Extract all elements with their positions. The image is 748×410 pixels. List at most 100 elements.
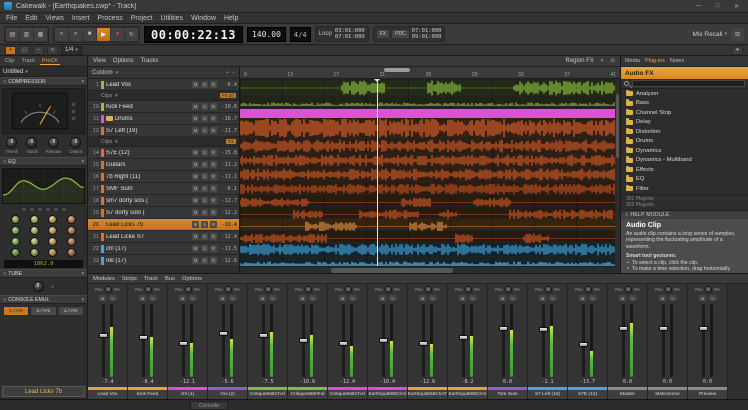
menu-item[interactable]: Insert <box>72 15 90 22</box>
strip-name[interactable]: S7 Left (19) <box>528 390 567 399</box>
track-name[interactable]: Drums <box>115 116 190 122</box>
record-arm-button[interactable]: R <box>210 221 217 228</box>
solo-button[interactable]: S <box>109 295 117 301</box>
mute-button[interactable]: M <box>219 295 227 301</box>
plugin-category-item[interactable]: Filter <box>621 184 748 194</box>
solo-button[interactable]: S <box>709 295 717 301</box>
mixer-strip[interactable]: Pan 0% M S <box>488 284 528 399</box>
fader-handle[interactable] <box>259 333 268 338</box>
record-arm-button[interactable]: R <box>210 127 217 134</box>
solo-button[interactable]: S <box>509 295 517 301</box>
track-row[interactable]: 16 7b Right (11) M S R -11.1 <box>88 171 239 183</box>
inspector-tab[interactable]: ProCh <box>40 58 60 65</box>
track-name[interactable]: nkl (17) <box>106 258 190 264</box>
mixer-strip[interactable]: Pan 0% M S <box>688 284 728 399</box>
mixer-strip[interactable]: Pan 0% M S <box>648 284 688 399</box>
volume-fader[interactable] <box>622 304 625 377</box>
volume-fader[interactable] <box>262 304 265 377</box>
solo-button[interactable]: S <box>669 295 677 301</box>
audio-clip[interactable] <box>240 231 620 242</box>
track-row[interactable]: 20 Lead Licks 7b M S R -10.4 <box>88 219 239 231</box>
maximize-button[interactable]: □ <box>710 3 725 9</box>
mute-button[interactable]: M <box>192 103 199 110</box>
record-arm-button[interactable]: R <box>210 245 217 252</box>
mix-recall-control[interactable]: Mix Recall ▾ <box>693 31 728 38</box>
console-emulator-header[interactable]: ≡ CONSOLE EMUL ▾ <box>0 295 87 304</box>
solo-button[interactable]: S <box>469 295 477 301</box>
track-row[interactable]: 11 Drums M S R -18.7 <box>88 113 239 125</box>
track-control-preset[interactable]: Custom <box>92 70 113 76</box>
stop-button[interactable]: ■ <box>83 28 96 41</box>
volume-fader[interactable] <box>302 304 305 377</box>
take-lane-row[interactable]: Clips ▾ FX (2) <box>88 91 239 101</box>
solo-button[interactable]: S <box>309 295 317 301</box>
mute-button[interactable]: M <box>192 257 199 264</box>
record-arm-button[interactable]: R <box>210 115 217 122</box>
mute-button[interactable]: M <box>459 295 467 301</box>
mute-button[interactable]: M <box>192 81 199 88</box>
audio-clip[interactable] <box>240 154 620 167</box>
browser-tab[interactable]: Media <box>625 58 640 64</box>
fader-handle[interactable] <box>659 326 668 331</box>
workspace-grid-icon[interactable]: ⊞ <box>731 28 744 41</box>
browser-section-bar[interactable]: Audio FX ▾ <box>621 67 748 79</box>
track-name[interactable]: 7b Right (11) <box>106 174 190 180</box>
pan-knob[interactable] <box>265 286 272 293</box>
strip-name[interactable]: Earthqud555ChAT <box>408 390 447 399</box>
pan-knob[interactable] <box>625 286 632 293</box>
solo-button[interactable]: S <box>201 245 208 252</box>
volume-fader[interactable] <box>502 304 505 377</box>
track-row[interactable]: 12 S7 Left (19) M S R -11.7 <box>88 125 239 137</box>
inspector-tab[interactable]: Track <box>19 58 37 64</box>
volume-fader[interactable] <box>422 304 425 377</box>
console-menu[interactable]: Options <box>182 276 202 282</box>
now-time-display[interactable]: 00:00:22:13 <box>144 26 243 43</box>
record-arm-button[interactable]: R <box>210 257 217 264</box>
volume-fader[interactable] <box>542 304 545 377</box>
solo-button[interactable]: S <box>189 295 197 301</box>
mute-button[interactable]: M <box>379 295 387 301</box>
eq-band-knob[interactable] <box>11 226 20 235</box>
track-row[interactable]: 17 SMF Sum M S R -6.1 <box>88 183 239 195</box>
mute-button[interactable]: M <box>192 149 199 156</box>
inspector-name-row[interactable]: Untitled ▾ <box>0 67 87 77</box>
solo-button[interactable]: S <box>229 295 237 301</box>
pan-knob[interactable] <box>425 286 432 293</box>
fader-handle[interactable] <box>219 331 228 336</box>
browser-tab[interactable]: Notes <box>670 58 684 64</box>
mixer-strip[interactable]: Pan 0% M S <box>608 284 648 399</box>
audio-clip[interactable] <box>240 97 620 105</box>
eq-header[interactable]: ≡ EQ ▾ <box>0 157 87 166</box>
console-type-button[interactable]: A-TYPE <box>58 306 84 316</box>
track-row[interactable]: 23 nkl (17) M S R -12.6 <box>88 255 239 267</box>
track-view-menu[interactable]: Options <box>113 58 134 64</box>
fx-bypass-button[interactable]: FX <box>377 30 389 38</box>
mixer-strip[interactable]: Pan 0% M S <box>168 284 208 399</box>
console-dock-tab[interactable]: Console <box>190 401 228 410</box>
volume-fader[interactable] <box>462 304 465 377</box>
pdc-button[interactable]: PDC <box>392 30 409 38</box>
collapse-icon[interactable]: − <box>232 70 235 76</box>
save-icon[interactable]: ▤ <box>6 28 19 41</box>
record-arm-button[interactable]: R <box>210 161 217 168</box>
horizontal-scrollbar[interactable] <box>240 266 620 273</box>
track-row[interactable]: 15 Guitars M S R -11.2 <box>88 159 239 171</box>
compressor-knob[interactable] <box>48 137 59 148</box>
solo-button[interactable]: S <box>201 103 208 110</box>
track-row[interactable]: 19 S7 dorty solo ( M S R -12.2 <box>88 207 239 219</box>
track-name[interactable]: SMF Sum <box>106 186 190 192</box>
timeline-ruler[interactable]: 91317212529333741 <box>240 67 620 79</box>
region-fx-menu[interactable]: Region FX <box>566 58 594 64</box>
solo-button[interactable]: S <box>201 127 208 134</box>
volume-fader[interactable] <box>102 304 105 377</box>
search-input[interactable] <box>632 80 745 87</box>
pan-knob[interactable] <box>145 286 152 293</box>
edit-tool-icon[interactable]: − <box>33 46 44 55</box>
grid-icon[interactable]: ⊞ <box>610 58 615 64</box>
solo-button[interactable]: S <box>389 295 397 301</box>
solo-button[interactable]: S <box>201 185 208 192</box>
track-name[interactable]: Guitars <box>106 162 190 168</box>
mute-button[interactable]: M <box>192 221 199 228</box>
fader-handle[interactable] <box>419 341 428 346</box>
audio-clip[interactable] <box>240 219 620 230</box>
